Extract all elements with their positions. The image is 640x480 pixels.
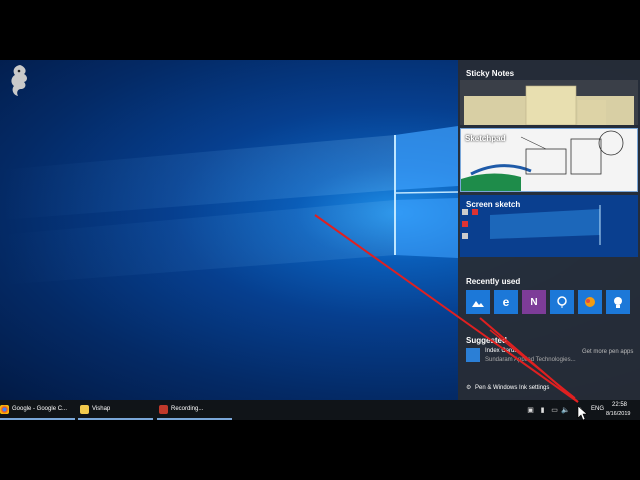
volume-icon[interactable]: 🔈 (561, 405, 570, 414)
taskbar-app-label: Recording... (171, 406, 204, 412)
folder-icon (80, 404, 89, 414)
index-cards-app-icon[interactable] (466, 348, 480, 362)
recently-used-label: Recently used (466, 277, 521, 286)
battery-icon[interactable]: ▮ (538, 405, 547, 414)
taskbar-app-label: Vishap (92, 406, 111, 412)
photos-app-icon[interactable] (466, 290, 490, 314)
taskbar-app-vishap[interactable]: Vishap (78, 400, 153, 420)
network-icon[interactable]: ▭ (550, 405, 559, 414)
screen-sketch-label: Screen sketch (466, 200, 521, 209)
paint3d-app-icon[interactable] (578, 290, 602, 314)
language-indicator[interactable]: ENG (591, 406, 604, 412)
taskbar-app-label: Google - Google C... (12, 406, 68, 412)
screen-sketch-tile[interactable]: Screen sketch (460, 195, 638, 257)
windows-ink-icon[interactable]: ✎ (576, 405, 585, 414)
dragon-icon[interactable] (6, 62, 34, 100)
screen: Sticky Notes Sketchpad Screen sketch Rec… (0, 0, 640, 480)
sketchpad-label: Sketchpad (465, 134, 506, 143)
taskbar-app-chrome[interactable]: Google - Google C... (0, 400, 75, 420)
onenote-app-icon[interactable]: N (522, 290, 546, 314)
recorder-icon (159, 404, 168, 414)
dropbox-icon[interactable]: ▣ (526, 405, 535, 414)
sketchpad-tile[interactable]: Sketchpad (460, 128, 638, 192)
chrome-icon (0, 404, 9, 414)
taskbar-app-recording[interactable]: Recording... (157, 400, 232, 420)
suggested-app-name[interactable]: Index Cards (485, 348, 517, 354)
sticky-notes-preview (464, 85, 634, 126)
get-more-pen-apps-link[interactable]: Get more pen apps (582, 349, 633, 355)
tips-app-icon[interactable] (606, 290, 630, 314)
maps-app-icon[interactable] (550, 290, 574, 314)
clock-date[interactable]: 8/16/2019 (606, 411, 630, 417)
clock-time[interactable]: 22:58 (612, 402, 627, 408)
gear-icon[interactable]: ⚙ (466, 384, 471, 391)
taskbar: Google - Google C... Vishap Recording...… (0, 400, 640, 420)
edge-app-icon[interactable]: e (494, 290, 518, 314)
suggested-app-publisher: Sundaram Applied Technologies... (485, 357, 576, 363)
sticky-notes-label: Sticky Notes (466, 69, 515, 78)
suggested-label: Suggested (466, 336, 507, 345)
pen-ink-settings-link[interactable]: Pen & Windows Ink settings (475, 385, 549, 391)
sticky-notes-tile[interactable] (460, 80, 638, 126)
windows-ink-workspace: Sticky Notes Sketchpad Screen sketch Rec… (458, 60, 640, 400)
